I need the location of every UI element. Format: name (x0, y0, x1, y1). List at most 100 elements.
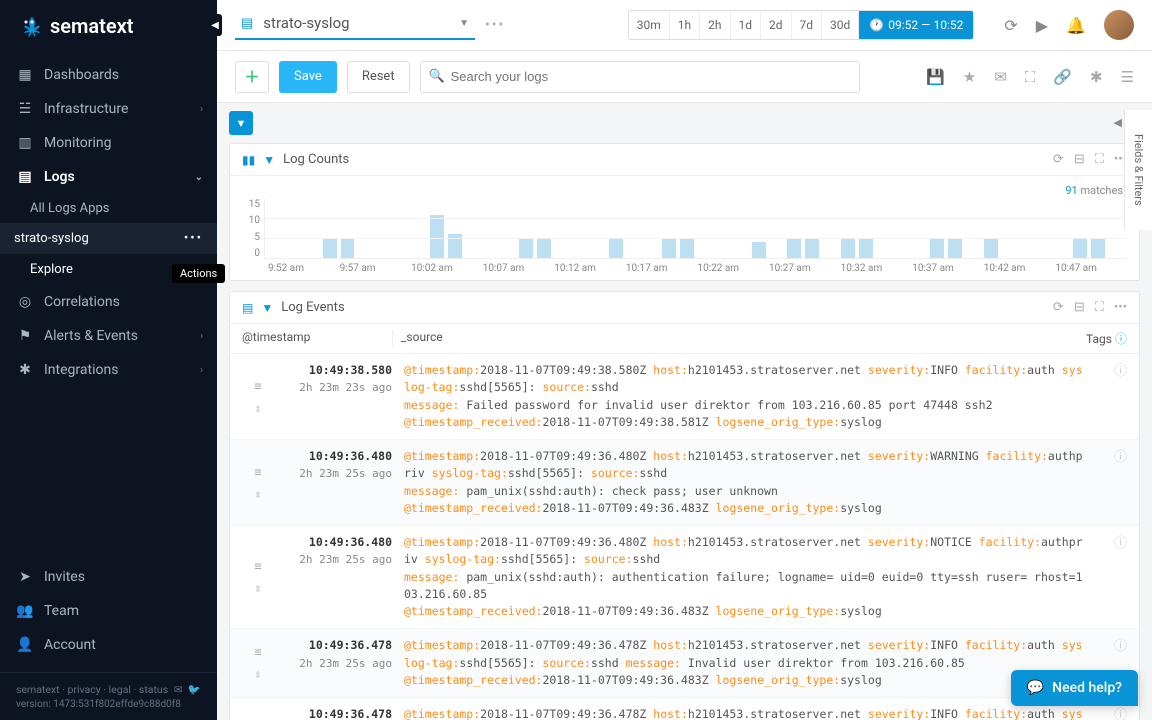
twitter-icon[interactable]: 🐦 (188, 683, 201, 696)
nav-label: Team (44, 603, 79, 619)
save-button[interactable]: Save (279, 61, 337, 93)
panel-more-icon[interactable]: ••• (1114, 300, 1127, 315)
sidebar-app-strato-syslog[interactable]: strato-syslog ••• (0, 223, 217, 254)
chart-bar[interactable] (323, 238, 337, 258)
chart-bar[interactable] (805, 238, 819, 258)
sidebar-item-infrastructure[interactable]: ☱Infrastructure› (0, 92, 217, 126)
user-avatar[interactable] (1104, 10, 1134, 40)
chart-bar[interactable] (752, 242, 766, 258)
row-menu-icon[interactable]: ≡ (254, 463, 261, 481)
row-menu-icon[interactable]: ≡ (254, 643, 261, 661)
time-range-2d[interactable]: 2d (761, 10, 792, 40)
filter-icon[interactable]: ▼ (261, 301, 273, 315)
chart-bar[interactable] (841, 238, 855, 258)
panel-refresh-icon[interactable]: ⟳ (1053, 152, 1064, 167)
chart-bar[interactable] (1073, 238, 1087, 258)
help-widget[interactable]: 💬 Need help? (1011, 670, 1138, 706)
mail-icon[interactable]: ✉ (174, 683, 183, 696)
event-source: @timestamp:2018-11-07T09:49:36.480Z host… (392, 448, 1089, 517)
search-input[interactable] (420, 61, 860, 93)
footer-link-privacy[interactable]: privacy (68, 683, 101, 696)
sidebar-collapse[interactable]: ◀ (208, 14, 222, 36)
row-menu-icon[interactable]: ≡ (254, 557, 261, 575)
fields-filters-tab[interactable]: Fields & Filters (1124, 110, 1152, 230)
sidebar-item-alerts-events[interactable]: ⚑Alerts & Events› (0, 319, 217, 353)
sidebar-item-integrations[interactable]: ✱Integrations› (0, 353, 217, 387)
sidebar-item-correlations[interactable]: ◎Correlations (0, 285, 217, 319)
refresh-icon[interactable]: ⟳ (1004, 16, 1017, 35)
footer-link-status[interactable]: status (139, 683, 168, 696)
tag-info-icon[interactable]: ⓘ (1114, 639, 1127, 654)
row-expand-icon[interactable]: ⇳ (254, 399, 261, 417)
panels-area: ▮▮ ▼ Log Counts ⟳ ⊟ ⛶ ••• 91 matches 151… (217, 143, 1152, 720)
chart-bar[interactable] (537, 238, 551, 258)
brand-logo[interactable]: sematext (0, 0, 217, 52)
reset-button[interactable]: Reset (347, 61, 410, 93)
envelope-icon[interactable]: ✉ (994, 68, 1007, 86)
row-expand-icon[interactable]: ⇳ (254, 485, 261, 503)
col-source[interactable]: _source (392, 330, 1067, 347)
panel-collapse-icon[interactable]: ⊟ (1074, 152, 1085, 167)
sidebar-item-invites[interactable]: ➤Invites (0, 560, 217, 594)
panel-refresh-icon[interactable]: ⟳ (1053, 300, 1064, 315)
row-menu-icon[interactable]: ≡ (254, 377, 261, 395)
play-icon[interactable]: ▶ (1036, 16, 1048, 35)
sidebar-item-dashboards[interactable]: ▦Dashboards (0, 58, 217, 92)
chart-bar[interactable] (519, 238, 533, 258)
chart-bar[interactable] (930, 238, 944, 258)
filter-icon[interactable]: ▼ (263, 153, 275, 167)
sidebar-item-logs[interactable]: ▤Logs⌄ (0, 160, 217, 194)
sidebar-item-account[interactable]: 👤Account (0, 628, 217, 662)
nav-label: Alerts & Events (44, 328, 138, 344)
sidebar-item-team[interactable]: 👥Team (0, 594, 217, 628)
nav-label: Dashboards (44, 67, 119, 83)
time-range-30m[interactable]: 30m (629, 10, 670, 40)
tag-info-icon[interactable]: ⓘ (1114, 364, 1127, 379)
bell-icon[interactable]: 🔔 (1066, 16, 1086, 35)
add-button[interactable]: ＋ (235, 61, 269, 93)
time-range-custom[interactable]: 🕐 09:52 — 10:52 (859, 10, 973, 40)
col-timestamp[interactable]: @timestamp (242, 330, 392, 347)
chart-bar[interactable] (341, 238, 355, 258)
puzzle-icon[interactable]: ✱ (1090, 68, 1103, 86)
chart-bar[interactable] (1091, 238, 1105, 258)
col-tags[interactable]: Tags ⓘ (1067, 330, 1127, 347)
app-selector[interactable]: ▤ strato-syslog ▼ (235, 10, 475, 40)
link-icon[interactable]: 🔗 (1053, 68, 1072, 86)
row-expand-icon[interactable]: ⇳ (254, 665, 261, 683)
event-source: @timestamp:2018-11-07T09:49:38.580Z host… (392, 362, 1089, 431)
chart-bar[interactable] (787, 238, 801, 258)
time-range-2h[interactable]: 2h (700, 10, 730, 40)
panel-expand-icon[interactable]: ⛶ (1095, 300, 1104, 315)
time-range-1d[interactable]: 1d (731, 10, 762, 40)
time-range-1h[interactable]: 1h (670, 10, 700, 40)
tag-info-icon[interactable]: ⓘ (1114, 536, 1127, 551)
row-expand-icon[interactable]: ⇳ (254, 579, 261, 597)
chart-bar[interactable] (859, 238, 873, 258)
chart-bar[interactable] (609, 238, 623, 258)
tag-info-icon[interactable]: ⓘ (1114, 708, 1127, 720)
footer-link-legal[interactable]: legal (109, 683, 131, 696)
disk-save-icon[interactable]: 💾 (926, 68, 945, 86)
filter-toggle[interactable]: ▼ (229, 111, 253, 135)
panel-collapse-icon[interactable]: ⊟ (1074, 300, 1085, 315)
time-range-7d[interactable]: 7d (792, 10, 823, 40)
fields-expand-arrow[interactable]: ◀ (1114, 116, 1122, 129)
tag-info-icon[interactable]: ⓘ (1114, 450, 1127, 465)
chart-bar[interactable] (948, 238, 962, 258)
panel-expand-icon[interactable]: ⛶ (1095, 152, 1104, 167)
fullscreen-icon[interactable]: ⛶ (1025, 68, 1036, 86)
app-more-icon[interactable]: ••• (485, 17, 505, 33)
time-range-30d[interactable]: 30d (822, 10, 859, 40)
sidebar-item-monitoring[interactable]: ▥Monitoring (0, 126, 217, 160)
chart-bar[interactable] (680, 238, 694, 258)
topbar-actions: ⟳ ▶ 🔔 (1004, 10, 1134, 40)
chart-bar[interactable] (662, 238, 676, 258)
more-icon[interactable]: ••• (184, 231, 203, 246)
star-icon[interactable]: ★ (963, 68, 976, 86)
chart-bar[interactable] (984, 238, 998, 258)
footer-link-sematext[interactable]: sematext (16, 683, 60, 696)
chart-bar[interactable] (430, 215, 444, 258)
hamburger-icon[interactable]: ☰ (1121, 68, 1134, 86)
sidebar-item-all-logs-apps[interactable]: All Logs Apps (14, 194, 217, 223)
